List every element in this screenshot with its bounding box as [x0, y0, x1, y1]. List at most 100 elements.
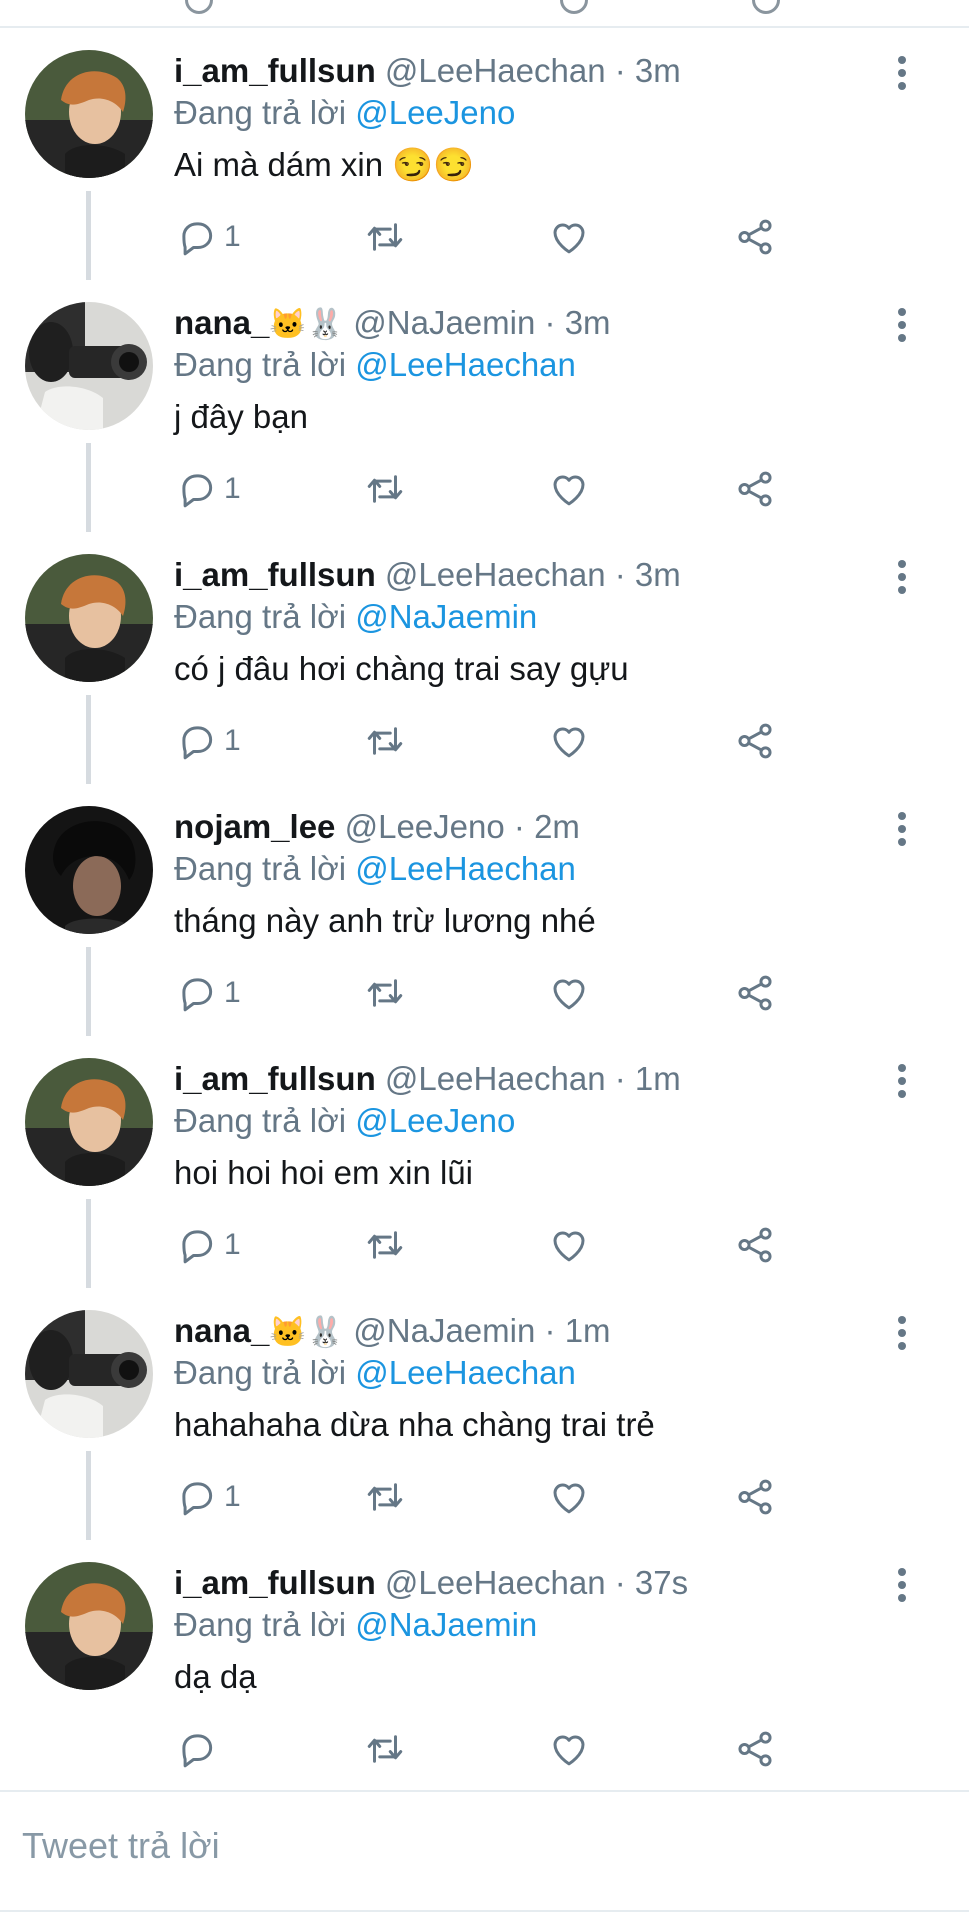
- avatar[interactable]: [25, 302, 153, 430]
- share-icon[interactable]: [752, 0, 780, 14]
- reply-count: 1: [224, 220, 241, 253]
- timestamp[interactable]: 1m: [635, 1060, 681, 1097]
- timestamp[interactable]: 1m: [565, 1312, 611, 1349]
- display-name[interactable]: i_am_fullsun: [174, 1060, 376, 1097]
- reply-button[interactable]: [176, 1727, 224, 1771]
- display-name[interactable]: nana_: [174, 304, 269, 341]
- timestamp[interactable]: 3m: [635, 52, 681, 89]
- user-handle[interactable]: @LeeHaechan: [385, 1564, 606, 1601]
- avatar[interactable]: [25, 1562, 153, 1690]
- like-button[interactable]: [548, 1475, 590, 1519]
- tweet-item[interactable]: i_am_fullsun @LeeHaechan · 1m Đang trả l…: [0, 1036, 969, 1288]
- avatar[interactable]: [25, 554, 153, 682]
- like-button[interactable]: [548, 1727, 590, 1771]
- tweet-header: nana_🐱🐰 @NaJaemin · 3m: [174, 302, 611, 346]
- heart-icon: [553, 1231, 585, 1262]
- retweet-button[interactable]: [364, 1223, 406, 1267]
- retweet-icon: [367, 1735, 403, 1763]
- reply-count: 1: [224, 472, 241, 505]
- timestamp[interactable]: 37s: [635, 1564, 688, 1601]
- reply-button[interactable]: 1: [176, 1223, 241, 1267]
- heart-icon: [553, 727, 585, 758]
- share-button[interactable]: [734, 1223, 776, 1267]
- mention-link[interactable]: @LeeJeno: [355, 1102, 515, 1139]
- display-name[interactable]: nojam_lee: [174, 808, 335, 845]
- more-vertical-icon[interactable]: [890, 308, 914, 342]
- share-button[interactable]: [734, 215, 776, 259]
- like-button[interactable]: [548, 467, 590, 511]
- retweet-button[interactable]: [364, 971, 406, 1015]
- tweet-item[interactable]: i_am_fullsun @LeeHaechan · 3m Đang trả l…: [0, 28, 969, 280]
- like-button[interactable]: [548, 215, 590, 259]
- user-handle[interactable]: @LeeJeno: [345, 808, 505, 845]
- mention-link[interactable]: @NaJaemin: [355, 1606, 537, 1643]
- tweet-item[interactable]: i_am_fullsun @LeeHaechan · 37s Đang trả …: [0, 1540, 969, 1792]
- mention-link[interactable]: @NaJaemin: [355, 598, 537, 635]
- avatar[interactable]: [25, 50, 153, 178]
- timestamp[interactable]: 3m: [565, 304, 611, 341]
- reply-button[interactable]: 1: [176, 719, 241, 763]
- tweet-item[interactable]: nana_🐱🐰 @NaJaemin · 1m Đang trả lời @Lee…: [0, 1288, 969, 1540]
- timestamp[interactable]: 3m: [635, 556, 681, 593]
- reply-icon: [182, 474, 213, 508]
- display-name[interactable]: i_am_fullsun: [174, 1564, 376, 1601]
- replying-to-label: Đang trả lời: [174, 1354, 347, 1391]
- user-handle[interactable]: @LeeHaechan: [385, 1060, 606, 1097]
- retweet-button[interactable]: [364, 215, 406, 259]
- separator-dot: ·: [614, 556, 626, 593]
- share-button[interactable]: [734, 1727, 776, 1771]
- share-button[interactable]: [734, 971, 776, 1015]
- reply-icon: [182, 1734, 213, 1768]
- reply-button[interactable]: 1: [176, 467, 241, 511]
- avatar[interactable]: [25, 1310, 153, 1438]
- more-vertical-icon[interactable]: [890, 812, 914, 846]
- tweet-header: nana_🐱🐰 @NaJaemin · 1m: [174, 1310, 611, 1354]
- tweet-item[interactable]: nana_🐱🐰 @NaJaemin · 3m Đang trả lời @Lee…: [0, 280, 969, 532]
- thread-line: [86, 947, 91, 1036]
- reply-count: 1: [224, 1480, 241, 1513]
- more-vertical-icon[interactable]: [890, 1568, 914, 1602]
- retweet-button[interactable]: [364, 1475, 406, 1519]
- mention-link[interactable]: @LeeHaechan: [355, 850, 576, 887]
- reply-button[interactable]: 1: [176, 215, 241, 259]
- mention-link[interactable]: @LeeHaechan: [355, 1354, 576, 1391]
- mention-link[interactable]: @LeeHaechan: [355, 346, 576, 383]
- user-handle[interactable]: @LeeHaechan: [385, 556, 606, 593]
- display-name[interactable]: i_am_fullsun: [174, 556, 376, 593]
- reply-button[interactable]: 1: [176, 971, 241, 1015]
- more-vertical-icon[interactable]: [890, 56, 914, 90]
- tweet-item[interactable]: i_am_fullsun @LeeHaechan · 3m Đang trả l…: [0, 532, 969, 784]
- timestamp[interactable]: 2m: [534, 808, 580, 845]
- avatar[interactable]: [25, 1058, 153, 1186]
- like-button[interactable]: [548, 971, 590, 1015]
- display-name[interactable]: i_am_fullsun: [174, 52, 376, 89]
- thread-line: [86, 695, 91, 784]
- avatar[interactable]: [25, 806, 153, 934]
- retweet-button[interactable]: [364, 1727, 406, 1771]
- reply-icon[interactable]: [185, 0, 213, 14]
- mention-link[interactable]: @LeeJeno: [355, 94, 515, 131]
- more-vertical-icon[interactable]: [890, 1316, 914, 1350]
- share-icon: [738, 1227, 772, 1263]
- share-button[interactable]: [734, 1475, 776, 1519]
- share-button[interactable]: [734, 467, 776, 511]
- like-button[interactable]: [548, 719, 590, 763]
- heart-icon[interactable]: [560, 0, 588, 14]
- retweet-button[interactable]: [364, 719, 406, 763]
- user-handle[interactable]: @NaJaemin: [353, 1312, 535, 1349]
- like-button[interactable]: [548, 1223, 590, 1267]
- more-vertical-icon[interactable]: [890, 560, 914, 594]
- more-vertical-icon[interactable]: [890, 1064, 914, 1098]
- tweet-actions: 1: [174, 215, 794, 259]
- reply-button[interactable]: 1: [176, 1475, 241, 1519]
- user-handle[interactable]: @NaJaemin: [353, 304, 535, 341]
- retweet-button[interactable]: [364, 467, 406, 511]
- user-handle[interactable]: @LeeHaechan: [385, 52, 606, 89]
- share-button[interactable]: [734, 719, 776, 763]
- tweet-actions: 1: [174, 1223, 794, 1267]
- tweet-actions: [174, 1727, 794, 1771]
- display-name[interactable]: nana_: [174, 1312, 269, 1349]
- reply-tweet-input[interactable]: [20, 1820, 924, 1872]
- rabbit-emoji: 🐰: [306, 308, 345, 341]
- tweet-item[interactable]: nojam_lee @LeeJeno · 2m Đang trả lời @Le…: [0, 784, 969, 1036]
